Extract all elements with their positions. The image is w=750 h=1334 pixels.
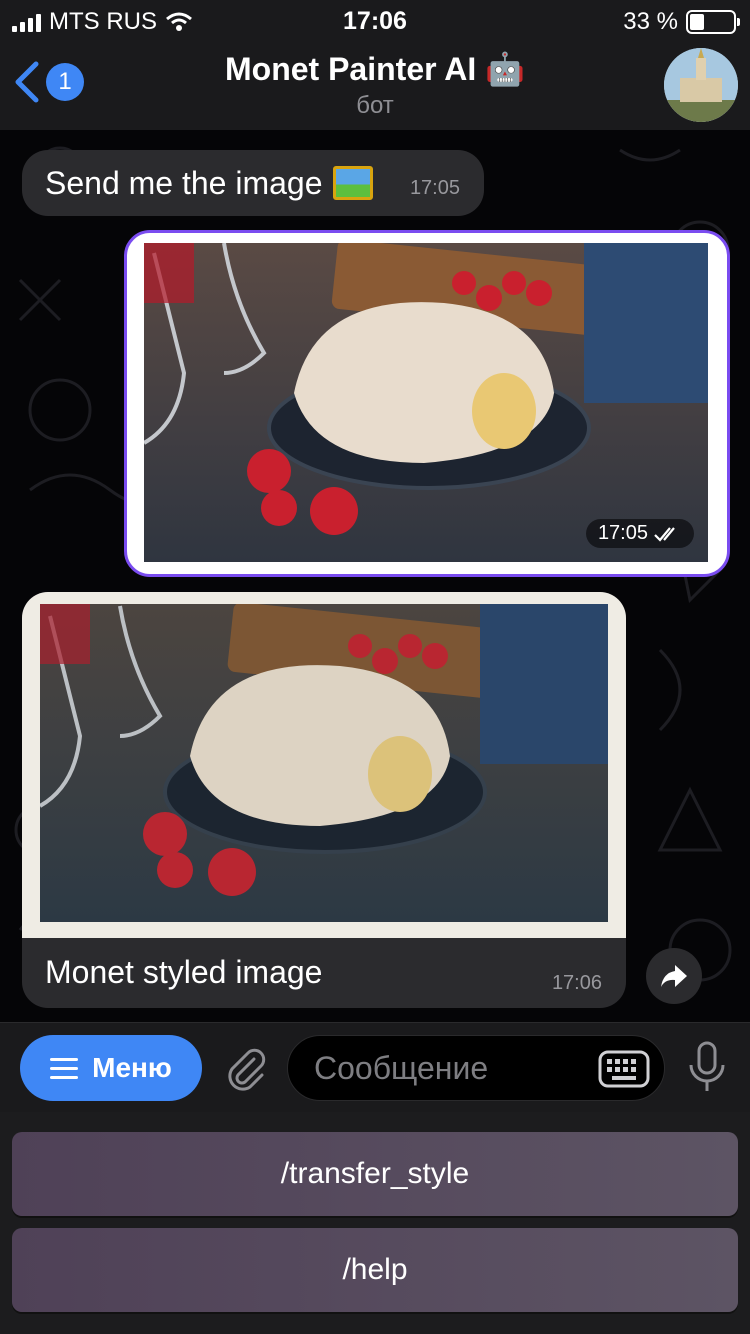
chat-title[interactable]: Monet Painter AI 🤖 (0, 50, 750, 88)
double-check-icon (654, 526, 675, 542)
message-input-box[interactable] (287, 1035, 665, 1101)
paperclip-icon[interactable] (222, 1045, 268, 1091)
photo-time-chip: 17:05 (585, 519, 694, 548)
menu-button[interactable]: Меню (20, 1035, 202, 1101)
message-time: 17:05 (409, 177, 460, 199)
share-button[interactable] (646, 948, 702, 1004)
incoming-message[interactable]: Send me the image 17:05 (22, 150, 484, 216)
message-input[interactable] (314, 1049, 594, 1087)
incoming-photo-message[interactable]: Monet styled image 17:06 (22, 592, 626, 1008)
status-bar: MTS RUS 17:06 33 % (0, 0, 750, 40)
battery-icon (686, 10, 740, 34)
chat-subtitle: бот (356, 92, 394, 119)
photo-caption: Monet styled image (45, 954, 323, 990)
bot-command-help[interactable]: /help (12, 1228, 738, 1312)
chat-header: 1 Monet Painter AI 🤖 бот (0, 40, 750, 130)
message-composer: Меню (0, 1022, 750, 1112)
menu-button-label: Меню (92, 1052, 172, 1083)
outgoing-photo-message[interactable]: 17:05 (124, 230, 730, 577)
message-time: 17:06 (551, 972, 602, 994)
microphone-icon[interactable] (688, 1041, 726, 1095)
battery-percent: 33 % (623, 8, 678, 35)
bot-command-transfer-style[interactable]: /transfer_style (12, 1132, 738, 1216)
avatar[interactable] (664, 48, 738, 122)
styled-photo-frame (22, 592, 626, 938)
styled-photo[interactable] (40, 604, 608, 922)
bot-keyboard: /transfer_style /help (0, 1112, 750, 1334)
share-arrow-icon (661, 965, 687, 987)
battery-status: 33 % (623, 8, 740, 36)
framed-picture-icon (332, 166, 373, 200)
message-text: Send me the image (45, 164, 323, 201)
message-time: 17:05 (597, 522, 648, 544)
sent-photo[interactable]: 17:05 (144, 243, 708, 562)
hamburger-icon (50, 1057, 79, 1079)
keyboard-icon[interactable] (598, 1050, 650, 1088)
